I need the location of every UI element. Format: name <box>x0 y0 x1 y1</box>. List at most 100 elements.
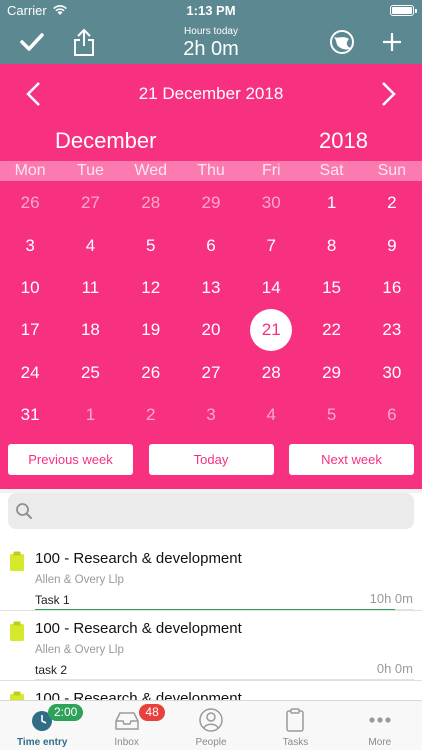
calendar-day[interactable]: 26 <box>0 182 60 224</box>
tab-tasks[interactable]: Tasks <box>253 701 337 750</box>
clipboard-icon <box>282 707 308 733</box>
timer-badge: 2:00 <box>48 704 84 721</box>
calendar-day[interactable]: 3 <box>181 394 241 436</box>
calendar-day[interactable]: 5 <box>121 224 181 266</box>
calendar-day[interactable]: 11 <box>60 267 120 309</box>
calendar-day[interactable]: 26 <box>121 352 181 394</box>
calendar-week-row: 26 27 28 29 30 1 2 <box>0 182 422 224</box>
calendar-day[interactable]: 18 <box>60 309 120 351</box>
calendar-day[interactable]: 7 <box>241 224 301 266</box>
tab-label: Inbox <box>114 737 139 748</box>
tab-inbox[interactable]: 48 Inbox <box>84 701 168 750</box>
top-navigation-bar: Hours today 2h 0m <box>0 20 422 64</box>
calendar-day[interactable]: 25 <box>60 352 120 394</box>
chevron-right-icon[interactable] <box>376 80 400 108</box>
next-week-button[interactable]: Next week <box>289 444 414 475</box>
more-dots-icon <box>367 707 393 733</box>
tab-time-entry[interactable]: 2:00 Time entry <box>0 701 84 750</box>
calendar-day[interactable]: 13 <box>181 267 241 309</box>
calendar-day[interactable]: 24 <box>0 352 60 394</box>
calendar-day[interactable]: 28 <box>241 352 301 394</box>
selected-day-number: 21 <box>250 309 293 352</box>
calendar-day[interactable]: 4 <box>60 224 120 266</box>
add-icon[interactable] <box>378 28 406 56</box>
calendar-day[interactable]: 16 <box>362 267 422 309</box>
search-icon <box>15 502 33 520</box>
weekday-label: Fri <box>261 162 281 179</box>
calendar-day[interactable]: 9 <box>362 224 422 266</box>
project-title: 100 - Research & development <box>35 550 242 567</box>
weekday-label: Sun <box>377 162 407 179</box>
calendar-day[interactable]: 23 <box>362 309 422 351</box>
tab-label: Tasks <box>282 737 309 748</box>
calendar-month[interactable]: December <box>55 128 156 154</box>
tab-label: People <box>195 737 227 748</box>
calendar-day[interactable]: 31 <box>0 394 60 436</box>
calendar-day[interactable]: 4 <box>241 394 301 436</box>
calendar-day[interactable]: 1 <box>301 182 361 224</box>
calendar-day[interactable]: 6 <box>181 224 241 266</box>
tab-label: More <box>368 737 392 748</box>
entry-hours: 0h 0m <box>376 661 413 676</box>
clipboard-icon <box>9 621 25 641</box>
globe-sync-icon[interactable] <box>328 28 356 56</box>
calendar-day[interactable]: 2 <box>121 394 181 436</box>
calendar-day[interactable]: 27 <box>60 182 120 224</box>
tab-people[interactable]: People <box>169 701 253 750</box>
previous-week-button[interactable]: Previous week <box>8 444 133 475</box>
calendar-day-grid: 26 27 28 29 30 1 2 3 4 5 6 7 8 9 10 11 1… <box>0 182 422 436</box>
calendar-day[interactable]: 19 <box>121 309 181 351</box>
weekday-label: Wed <box>134 162 167 179</box>
calendar-day[interactable]: 2 <box>362 182 422 224</box>
calendar-day[interactable]: 28 <box>121 182 181 224</box>
weekday-label: Tue <box>76 162 104 179</box>
calendar-day[interactable]: 29 <box>301 352 361 394</box>
tab-more[interactable]: More <box>338 701 422 750</box>
status-bar: Carrier 1:13 PM <box>0 0 422 20</box>
calendar-week-row: 10 11 12 13 14 15 16 <box>0 267 422 309</box>
calendar-day[interactable]: 5 <box>301 394 361 436</box>
calendar-day[interactable]: 15 <box>301 267 361 309</box>
time-entry-row[interactable]: 100 - Research & development Allen & Ove… <box>0 611 422 681</box>
battery-icon <box>390 5 417 16</box>
calendar-day[interactable]: 30 <box>362 352 422 394</box>
selected-date-title: 21 December 2018 <box>138 84 284 103</box>
calendar-day[interactable]: 1 <box>60 394 120 436</box>
search-bar[interactable] <box>8 493 414 529</box>
calendar-day[interactable]: 27 <box>181 352 241 394</box>
client-name: Allen & Overy Llp <box>35 574 124 586</box>
calendar-day[interactable]: 3 <box>0 224 60 266</box>
calendar-week-row: 3 4 5 6 7 8 9 <box>0 224 422 266</box>
person-icon <box>198 707 224 733</box>
hours-today-label: Hours today <box>184 26 238 37</box>
calendar-day[interactable]: 8 <box>301 224 361 266</box>
client-name: Allen & Overy Llp <box>35 644 124 656</box>
calendar-panel: 21 December 2018 December 2018 Mon Tue W… <box>0 64 422 489</box>
entry-hours: 10h 0m <box>369 591 413 606</box>
calendar-day[interactable]: 14 <box>241 267 301 309</box>
task-name: Task 1 <box>35 593 70 607</box>
inbox-count-badge: 48 <box>139 704 165 721</box>
search-input[interactable] <box>40 499 400 523</box>
calendar-day[interactable]: 30 <box>241 182 301 224</box>
hours-today-value: 2h 0m <box>183 38 239 60</box>
calendar-day[interactable]: 20 <box>181 309 241 351</box>
weekday-label: Thu <box>197 162 225 179</box>
calendar-day-selected[interactable]: 21 <box>241 309 301 352</box>
calendar-day[interactable]: 22 <box>301 309 361 351</box>
inbox-icon <box>114 707 140 733</box>
calendar-week-row: 31 1 2 3 4 5 6 <box>0 394 422 436</box>
calendar-day[interactable]: 29 <box>181 182 241 224</box>
calendar-day[interactable]: 17 <box>0 309 60 351</box>
today-button[interactable]: Today <box>148 444 274 475</box>
weekday-label: Sat <box>319 162 344 179</box>
calendar-day[interactable]: 6 <box>362 394 422 436</box>
time-entry-row[interactable]: 100 - Research & development Allen & Ove… <box>0 541 422 611</box>
calendar-day[interactable]: 12 <box>121 267 181 309</box>
weekday-label: Mon <box>14 162 46 179</box>
tab-label: Time entry <box>17 737 68 748</box>
calendar-day[interactable]: 10 <box>0 267 60 309</box>
weekday-header: Mon Tue Wed Thu Fri Sat Sun <box>0 161 422 181</box>
calendar-year[interactable]: 2018 <box>319 128 368 154</box>
status-time: 1:13 PM <box>186 3 236 18</box>
